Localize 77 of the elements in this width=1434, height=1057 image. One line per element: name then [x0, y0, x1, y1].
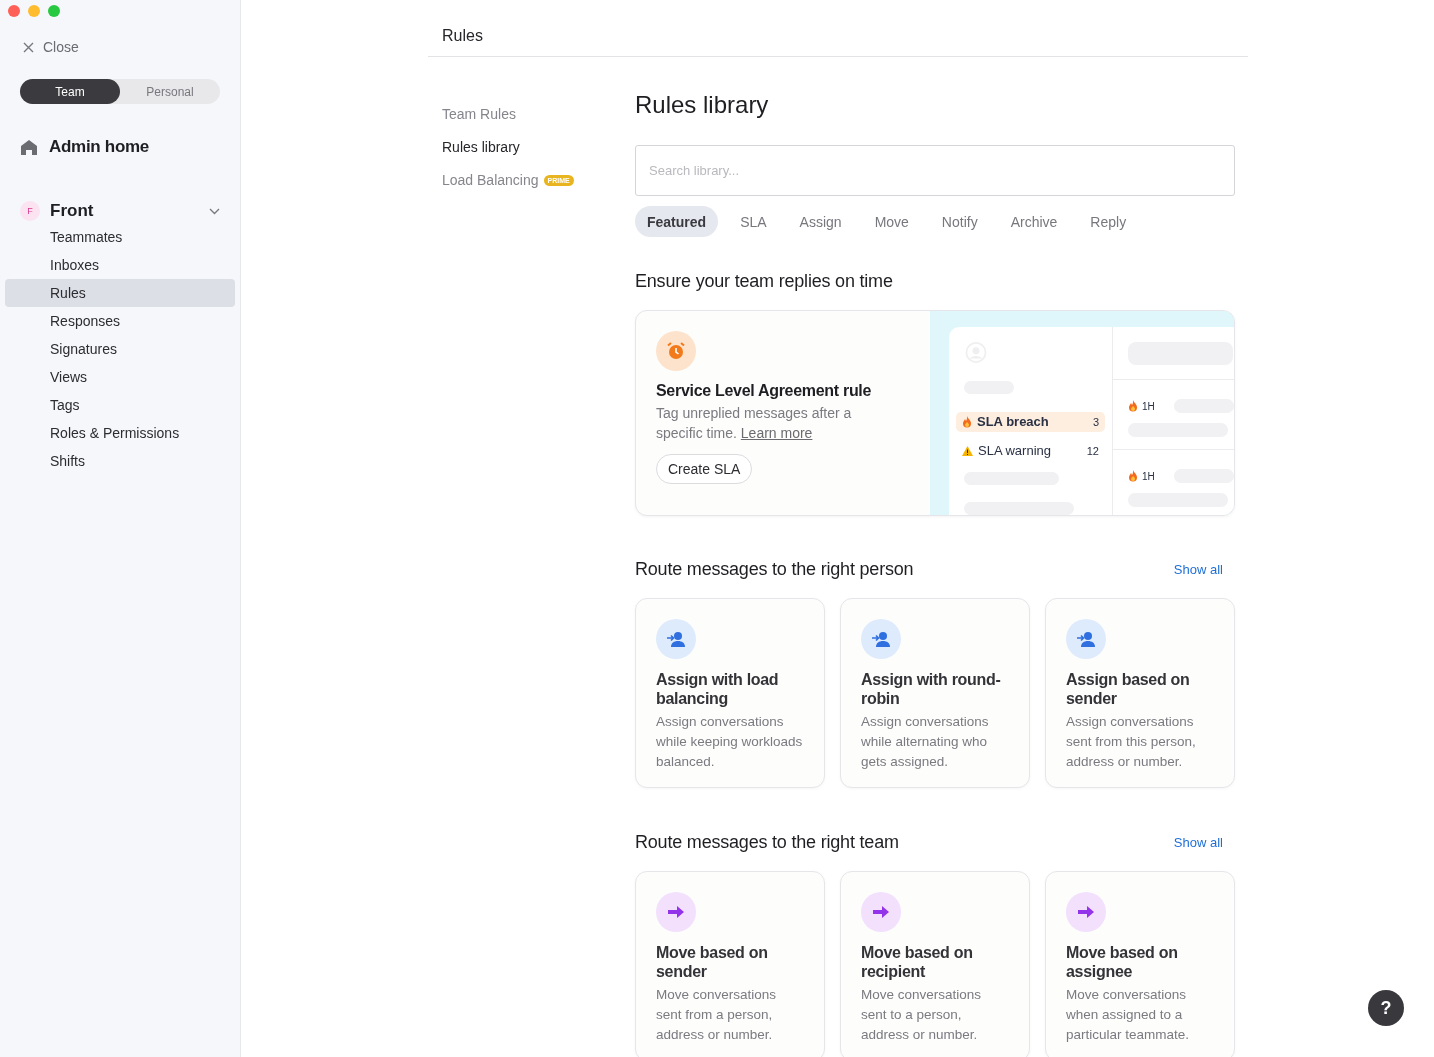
sidebar-item[interactable]: Roles & Permissions	[5, 419, 235, 447]
create-sla-button[interactable]: Create SLA	[656, 454, 753, 484]
card-description: Assign conversations sent from this person, address or number.	[1066, 713, 1197, 771]
page-title: Rules	[442, 27, 483, 45]
rule-card[interactable]: Assign with round-robin Assign conversations while alternating who gets assigned.	[840, 598, 1030, 788]
rule-card[interactable]: Move based on assignee Move conversations when assigned to a particular teammate.	[1045, 871, 1235, 1057]
card-description: Assign conversations while alternating who gets assigned.	[861, 713, 990, 771]
subnav-item[interactable]: Team Rules	[442, 104, 635, 124]
search-field[interactable]: Search library...	[635, 145, 1235, 196]
flame-icon	[962, 415, 972, 428]
filter-tab[interactable]: Archive	[998, 206, 1070, 237]
close-window-icon[interactable]	[8, 5, 20, 17]
sidebar-item[interactable]: Responses	[5, 307, 235, 335]
sidebar-item[interactable]: Signatures	[5, 335, 235, 363]
card-description: Assign conversations while keeping workloads balanced.	[656, 713, 804, 771]
card-description: Move conversations sent to a person, address or number.	[861, 986, 983, 1044]
card-title: Move based on recipient	[861, 943, 974, 981]
preview-row: SLA breach 3	[956, 411, 1105, 432]
arrow-right-icon	[872, 905, 890, 919]
workspace-header[interactable]: F Front	[20, 201, 220, 221]
flame-icon	[1128, 400, 1138, 412]
filter-tab[interactable]: Featured	[635, 206, 719, 237]
timer-label: 1H	[1142, 470, 1156, 482]
rule-card[interactable]: Move based on sender Move conversations sent from a person, address or number.	[635, 871, 825, 1057]
filter-tab[interactable]: Assign	[787, 206, 854, 237]
minimize-window-icon[interactable]	[28, 5, 40, 17]
card-description: Move conversations sent from a person, address or number.	[656, 986, 778, 1044]
assign-person-icon	[667, 631, 685, 647]
filter-tab[interactable]: SLA	[728, 206, 779, 237]
show-all-link[interactable]: Show all	[1173, 561, 1223, 577]
sidebar-item[interactable]: Teammates	[5, 223, 235, 251]
section-heading: Route messages to the right person	[635, 558, 914, 580]
sidebar-item[interactable]: Tags	[5, 391, 235, 419]
help-button[interactable]: ?	[1368, 990, 1404, 1026]
section-heading: Route messages to the right team	[635, 831, 899, 853]
sidebar-item[interactable]: Rules	[5, 279, 235, 307]
zoom-window-icon[interactable]	[48, 5, 60, 17]
rule-card[interactable]: Move based on recipient Move conversations sent to a person, address or number.	[840, 871, 1030, 1057]
card-title: Move based on assignee	[1066, 943, 1179, 981]
filter-tab[interactable]: Move	[862, 206, 921, 237]
sidebar-item[interactable]: Shifts	[5, 447, 235, 475]
sidebar-item[interactable]: Views	[5, 363, 235, 391]
assign-person-icon	[1077, 631, 1095, 647]
arrow-right-icon	[1077, 905, 1095, 919]
rule-card[interactable]: Assign based on sender Assign conversations sent from this person, address or number.	[1045, 598, 1235, 788]
arrow-right-icon	[667, 905, 685, 919]
assign-person-icon	[872, 631, 890, 647]
flame-icon	[1128, 470, 1138, 482]
workspace-avatar: F	[20, 201, 40, 221]
scope-tab[interactable]: Personal	[120, 79, 220, 104]
section-heading: Ensure your team replies on time	[635, 270, 893, 292]
timer-label: 1H	[1142, 400, 1156, 412]
card-title: Assign with round-robin	[861, 670, 1002, 708]
chevron-icon	[209, 207, 220, 215]
card-title: Service Level Agreement rule	[656, 382, 872, 400]
filter-tab[interactable]: Reply	[1078, 206, 1139, 237]
card-title: Assign based on sender	[1066, 670, 1191, 708]
scope-tab[interactable]: Team	[20, 79, 120, 104]
card-title: Assign with load balancing	[656, 670, 780, 708]
alarm-clock-icon	[656, 331, 696, 371]
filter-tab[interactable]: Notify	[929, 206, 990, 237]
sidebar-item[interactable]: Inboxes	[5, 251, 235, 279]
card-description: Tag unreplied messages after a specific time. Learn more	[656, 404, 853, 443]
rule-card[interactable]: Assign with load balancing Assign conversations while keeping workloads balanced.	[635, 598, 825, 788]
card-description: Move conversations when assigned to a particular teammate.	[1066, 986, 1191, 1044]
show-all-link[interactable]: Show all	[1173, 834, 1223, 850]
subnav-item[interactable]: Rules library	[442, 137, 635, 157]
library-heading: Rules library	[635, 91, 770, 120]
home-icon	[21, 139, 37, 155]
warning-icon	[962, 445, 973, 456]
preview-row: SLA warning 12	[956, 440, 1105, 461]
admin-home-link[interactable]: Admin home	[21, 137, 235, 157]
workspace-name: Front	[50, 201, 95, 221]
card-title: Move based on sender	[656, 943, 769, 981]
close-button[interactable]: Close	[5, 34, 235, 60]
learn-more-link[interactable]: Learn more	[740, 425, 813, 441]
close-icon	[23, 41, 34, 53]
